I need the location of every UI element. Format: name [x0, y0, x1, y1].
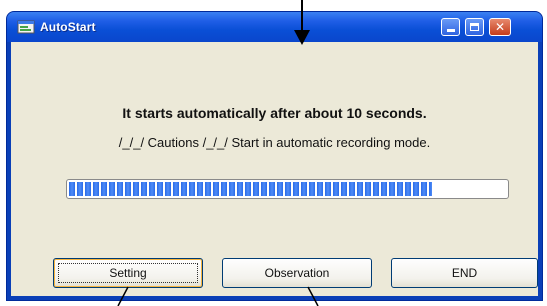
app-icon — [17, 20, 35, 34]
minimize-icon — [446, 29, 455, 32]
end-button-label: END — [451, 266, 478, 280]
dialog-body: It starts automatically after about 10 s… — [11, 42, 538, 296]
caution-message: /_/_/ Cautions /_/_/ Start in automatic … — [118, 135, 431, 150]
progress-fill — [69, 182, 432, 196]
end-button[interactable]: END — [391, 258, 538, 288]
setting-button[interactable]: Setting — [53, 258, 203, 288]
close-icon: ✕ — [494, 20, 506, 34]
minimize-button[interactable] — [441, 18, 460, 36]
close-button[interactable]: ✕ — [489, 18, 511, 36]
autostart-window: AutoStart ✕ It starts automatically afte… — [7, 12, 542, 300]
title-bar[interactable]: AutoStart ✕ — [7, 12, 542, 42]
screenshot-stage: AutoStart ✕ It starts automatically afte… — [0, 0, 547, 306]
countdown-message: It starts automatically after about 10 s… — [122, 105, 427, 121]
setting-button-label: Setting — [58, 263, 198, 283]
maximize-icon — [470, 23, 479, 31]
maximize-button[interactable] — [465, 18, 484, 36]
observation-button-label: Observation — [264, 266, 330, 280]
countdown-progress-bar — [66, 179, 509, 199]
observation-button[interactable]: Observation — [222, 258, 372, 288]
window-title: AutoStart — [40, 20, 96, 34]
